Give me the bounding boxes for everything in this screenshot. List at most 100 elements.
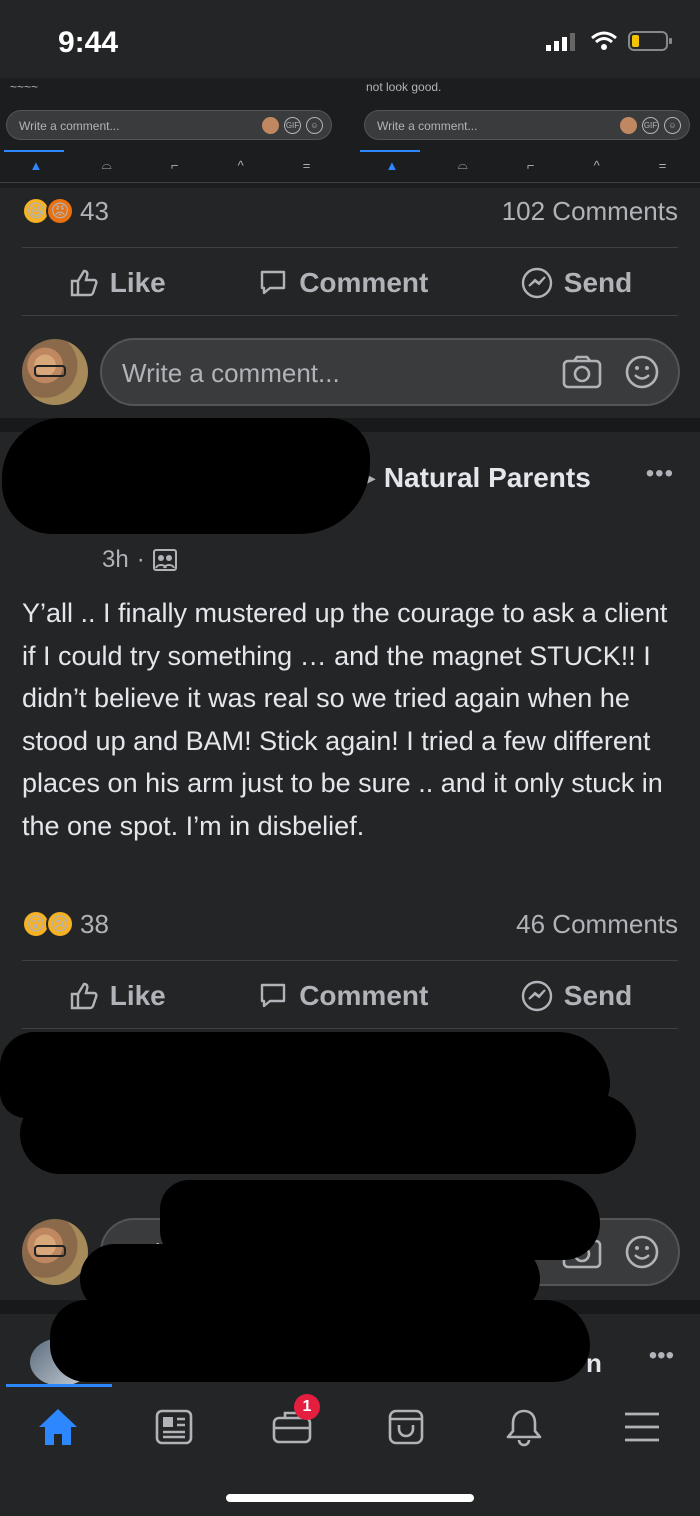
post2-divider-2 bbox=[22, 1028, 678, 1029]
redaction-scribble bbox=[250, 430, 330, 490]
mini-comment-box-left: Write a comment... GIF ☺ bbox=[6, 110, 332, 140]
mini-top-text-right: not look good. bbox=[366, 80, 442, 94]
send-button[interactable]: Send bbox=[520, 979, 632, 1013]
mini-avatar-icon bbox=[620, 117, 637, 134]
comment-icon bbox=[261, 983, 286, 1008]
comment-label: Comment bbox=[299, 980, 429, 1011]
post2-reactions-row[interactable]: 😮 😢 38 46 Comments bbox=[22, 904, 678, 944]
like-label: Like bbox=[109, 267, 166, 298]
mini-avatar-icon bbox=[262, 117, 279, 134]
tab-marketplace[interactable] bbox=[376, 1402, 436, 1452]
tab-home[interactable] bbox=[28, 1402, 88, 1452]
post2-meta: 3h · bbox=[102, 546, 177, 574]
avatar[interactable] bbox=[22, 339, 88, 405]
post1-reactions-row[interactable]: 😆 😡 43 102 Comments bbox=[22, 191, 678, 231]
menu-icon bbox=[625, 1412, 659, 1442]
embedded-screenshots: ~~~~ Write a comment... GIF ☺ ▲ ⌓ ⌐ ^ = … bbox=[0, 78, 700, 188]
post1-actions: Like Comment Send bbox=[22, 253, 678, 313]
mini-nav: ▲ ⌓ ⌐ ^ = bbox=[356, 152, 696, 178]
marketplace-icon bbox=[388, 1409, 424, 1445]
send-label: Send bbox=[563, 267, 633, 298]
mini-top-text-left: ~~~~ bbox=[10, 80, 39, 94]
messenger-icon bbox=[521, 980, 552, 1012]
like-button[interactable]: Like bbox=[68, 267, 166, 299]
comment-placeholder: Write a comment... bbox=[122, 358, 340, 388]
comment-input[interactable]: Write a comment... bbox=[100, 338, 680, 406]
mini-screen-right: not look good. Write a comment... GIF ☺ … bbox=[356, 78, 696, 188]
post1-divider-2 bbox=[22, 315, 678, 316]
like-icon bbox=[70, 982, 98, 1010]
bell-icon bbox=[506, 1409, 542, 1447]
post1-comments-count[interactable]: 102 Comments bbox=[502, 196, 678, 227]
comment-button[interactable]: Comment bbox=[257, 980, 428, 1012]
camera-icon[interactable] bbox=[562, 355, 602, 389]
post1-comment-row: Write a comment... bbox=[22, 338, 680, 408]
avatar[interactable] bbox=[22, 1219, 88, 1285]
gif-icon: GIF bbox=[284, 117, 301, 134]
active-tab-indicator bbox=[6, 1384, 112, 1387]
tab-jobs[interactable]: 1 bbox=[262, 1394, 322, 1452]
watch-icon: ⌐ bbox=[170, 157, 179, 173]
like-button[interactable]: Like bbox=[68, 980, 166, 1012]
tab-news[interactable] bbox=[144, 1402, 204, 1452]
group-privacy-icon bbox=[152, 549, 177, 571]
chevron-up-icon: ^ bbox=[237, 157, 244, 173]
sad-reaction-icon: 😢 bbox=[46, 910, 74, 938]
tab-menu[interactable] bbox=[612, 1402, 672, 1452]
post2-time[interactable]: 3h bbox=[102, 546, 129, 574]
watch-icon: ⌐ bbox=[526, 157, 535, 173]
messenger-icon bbox=[521, 267, 552, 299]
signal-icon bbox=[546, 33, 575, 51]
status-icons bbox=[546, 30, 674, 52]
send-label: Send bbox=[563, 980, 633, 1011]
post3-more-icon[interactable]: ••• bbox=[649, 1342, 674, 1370]
post2-reactions[interactable]: 😮 😢 38 bbox=[22, 909, 109, 940]
like-label: Like bbox=[109, 980, 166, 1011]
newspaper-icon bbox=[155, 1409, 193, 1445]
tab-notifications[interactable] bbox=[494, 1402, 554, 1452]
comment-button[interactable]: Comment bbox=[257, 267, 428, 299]
notification-badge: 1 bbox=[294, 1394, 320, 1420]
post2-group-name[interactable]: Natural Parents bbox=[384, 462, 591, 494]
groups-icon: ⌓ bbox=[457, 157, 468, 172]
emoji-icon[interactable] bbox=[624, 354, 660, 390]
emoji-icon[interactable] bbox=[624, 1234, 660, 1270]
home-icon: ▲ bbox=[385, 157, 399, 173]
post2-body: Y’all .. I finally mustered up the coura… bbox=[22, 598, 668, 841]
mini-divider bbox=[0, 182, 700, 183]
status-bar: 9:44 bbox=[0, 0, 700, 78]
post2-actions: Like Comment Send bbox=[22, 966, 678, 1026]
mini-comment-placeholder: Write a comment... bbox=[19, 119, 120, 133]
post2-more-icon[interactable]: ••• bbox=[646, 460, 674, 488]
mini-comment-icons: GIF ☺ bbox=[620, 117, 681, 134]
redaction-scribble bbox=[50, 1300, 590, 1382]
angry-reaction-icon: 😡 bbox=[46, 197, 74, 225]
emoji-icon: ☺ bbox=[306, 117, 323, 134]
mini-comment-placeholder: Write a comment... bbox=[377, 119, 478, 133]
redaction-scribble bbox=[20, 1094, 636, 1174]
home-icon bbox=[39, 1409, 77, 1445]
comment-input-icons bbox=[562, 354, 660, 390]
home-icon: ▲ bbox=[29, 157, 43, 173]
mini-comment-box-right: Write a comment... GIF ☺ bbox=[364, 110, 690, 140]
mini-screen-left: ~~~~ Write a comment... GIF ☺ ▲ ⌓ ⌐ ^ = bbox=[0, 78, 340, 188]
comment-label: Comment bbox=[299, 267, 429, 298]
post2-divider bbox=[22, 960, 678, 961]
post2-reaction-count: 38 bbox=[80, 908, 109, 939]
menu-icon: = bbox=[302, 157, 311, 173]
post1-divider bbox=[22, 247, 678, 248]
chevron-up-icon: ^ bbox=[593, 157, 600, 173]
mini-comment-icons: GIF ☺ bbox=[262, 117, 323, 134]
comment-icon bbox=[261, 270, 286, 295]
wifi-icon bbox=[591, 31, 617, 50]
battery-icon bbox=[628, 31, 672, 51]
post2-group-header[interactable]: r ▶ Natural Parents bbox=[340, 462, 591, 494]
post2-comments-count[interactable]: 46 Comments bbox=[516, 909, 678, 940]
status-time: 9:44 bbox=[58, 26, 119, 59]
emoji-icon: ☺ bbox=[664, 117, 681, 134]
send-button[interactable]: Send bbox=[520, 266, 632, 300]
menu-icon: = bbox=[658, 157, 667, 173]
like-icon bbox=[70, 269, 98, 297]
post1-reactions[interactable]: 😆 😡 43 bbox=[22, 196, 109, 227]
home-indicator[interactable] bbox=[226, 1494, 474, 1502]
